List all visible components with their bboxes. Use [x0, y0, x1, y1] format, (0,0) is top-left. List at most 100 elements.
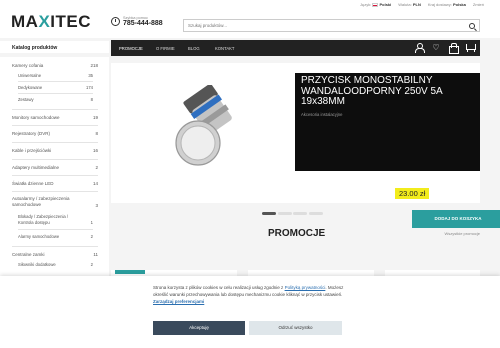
- divider: [18, 93, 93, 94]
- main-nav: PROMOCJE O FIRMIE BLOG KONTAKT ♡: [111, 40, 480, 56]
- divider: [12, 109, 98, 110]
- phone-number[interactable]: 785-444-888: [123, 20, 163, 27]
- sidebar-item-dedykowane[interactable]: Dedykowane 174: [18, 85, 93, 90]
- sidebar-item-count: 8: [90, 97, 93, 102]
- tab-kontakt[interactable]: KONTAKT: [215, 46, 234, 51]
- nav-icons: ♡: [415, 43, 476, 54]
- sidebar-item-count: 3: [95, 203, 98, 208]
- carousel-dots: [262, 212, 323, 215]
- divider: [12, 142, 98, 143]
- sidebar-item-count: 8: [95, 131, 98, 136]
- divider: [18, 229, 93, 230]
- divider: [12, 175, 98, 176]
- carousel-dot[interactable]: [293, 212, 307, 215]
- sidebar-item-uniwersalne[interactable]: Uniwersalne 35: [18, 73, 93, 78]
- search-icon[interactable]: [469, 23, 475, 29]
- sidebar-item-blokady[interactable]: Blokady / Zabezpieczenia / Kontrola dost…: [18, 214, 93, 226]
- cookie-text: Strona korzysta z plików cookies w celu …: [153, 284, 353, 305]
- cart-icon[interactable]: [466, 43, 476, 52]
- sidebar-item-count: 2: [90, 262, 93, 267]
- product-price: 23.00 zł: [395, 188, 430, 199]
- sidebar-item-count: 14: [92, 181, 98, 186]
- carousel-dot[interactable]: [262, 212, 276, 215]
- product-category[interactable]: Akcesoria instalacyjne: [301, 112, 342, 117]
- sidebar-item-count: 2: [95, 165, 98, 170]
- privacy-policy-link[interactable]: Polityką prywatności: [285, 285, 326, 290]
- logo[interactable]: MAXITEC: [11, 12, 91, 32]
- sidebar-item-label: Rejestratory (DVR): [12, 131, 51, 136]
- sidebar-item-alarmy[interactable]: Alarmy samochodowe 2: [18, 234, 93, 239]
- sidebar-item-zestawy[interactable]: Zestawy 8: [18, 97, 93, 102]
- country-selector[interactable]: Kraj dostawy: Polska: [428, 2, 466, 7]
- sidebar-item-swiatla[interactable]: Światła dzienne LED 14: [12, 181, 98, 186]
- sidebar-item-count: 174: [86, 85, 93, 90]
- tab-promocje[interactable]: PROMOCJE: [119, 46, 143, 51]
- sidebar-item-rejestratory[interactable]: Rejestratory (DVR) 8: [12, 131, 98, 136]
- tab-blog[interactable]: BLOG: [188, 46, 200, 51]
- sidebar-item-adaptery[interactable]: Adaptery multimedialne 2: [12, 165, 98, 170]
- poland-flag-icon: [372, 2, 379, 7]
- hero-banner[interactable]: PRZYCISK MONOSTABILNY WANDALOODPORNY 250…: [111, 63, 500, 228]
- sidebar-item-count: 11: [93, 252, 98, 257]
- header: MAXITEC Szybka pomoc 785-444-888: [0, 8, 500, 38]
- carousel-dot[interactable]: [308, 212, 323, 215]
- carousel-dot[interactable]: [277, 212, 292, 215]
- phone-icon: [111, 17, 120, 26]
- sidebar-title: Katalog produktów: [0, 41, 109, 53]
- switch-button-inner: [180, 125, 216, 161]
- sidebar-item-centralne-zamki[interactable]: Centralne zamki 11: [12, 252, 98, 257]
- language-label: Język:: [360, 2, 372, 7]
- reject-cookies-button[interactable]: Odrzuć wszystko: [249, 321, 342, 335]
- sidebar-item-silowniki[interactable]: Siłowniki dodatkowe 2: [18, 262, 93, 267]
- add-to-cart-button[interactable]: DODAJ DO KOSZYKA: [412, 210, 500, 228]
- sidebar-item-count: 16: [92, 148, 98, 153]
- accept-cookies-button[interactable]: Akceptuję: [153, 321, 245, 335]
- logo-text-end: ITEC: [50, 12, 92, 31]
- country-value: Polska: [452, 2, 466, 7]
- currency-selector[interactable]: Waluta: PLN: [398, 2, 421, 7]
- sidebar-item-label: Alarmy samochodowe: [18, 234, 60, 239]
- bag-icon[interactable]: [449, 43, 459, 54]
- search-input[interactable]: [188, 20, 458, 31]
- tab-o-firmie[interactable]: O FIRMIE: [156, 46, 175, 51]
- sidebar-item-count: 35: [88, 73, 93, 78]
- heart-icon[interactable]: ♡: [432, 43, 440, 52]
- language-selector[interactable]: Język: Polski: [360, 2, 391, 7]
- locale-settings: Język: Polski Waluta: PLN Kraj dostawy: …: [360, 2, 484, 7]
- sidebar-item-count: 1: [90, 220, 93, 225]
- sidebar-item-label: Zestawy: [18, 97, 34, 102]
- promotions-heading: PROMOCJE: [268, 228, 326, 239]
- search-box: [183, 19, 480, 32]
- sidebar-item-label: Uniwersalne: [18, 73, 42, 78]
- all-promotions-link[interactable]: Wszystkie promocje: [444, 231, 480, 236]
- promo-info-box: PRZYCISK MONOSTABILNY WANDALOODPORNY 250…: [295, 73, 480, 171]
- sidebar-item-label: Kable i przejściówki: [12, 148, 52, 153]
- cookie-text-start: Strona korzysta z plików cookies w celu …: [153, 285, 284, 290]
- sidebar-item-label: Kamery cofania: [12, 63, 44, 68]
- sidebar-item-label: Blokady / Zabezpieczenia / Kontrola dost…: [18, 214, 69, 225]
- sidebar-item-label: Światła dzienne LED: [12, 181, 54, 186]
- currency-value: PLN: [412, 2, 421, 7]
- sidebar-item-kamery-cofania[interactable]: Kamery cofania 218: [12, 63, 98, 68]
- manage-preferences-link[interactable]: Zarządzaj preferencjami: [153, 299, 204, 304]
- sidebar-item-label: Centralne zamki: [12, 252, 45, 257]
- sidebar-item-kable[interactable]: Kable i przejściówki 16: [12, 148, 98, 153]
- sidebar-item-label: Autoalarmy / zabezpieczenia samochodowe: [12, 196, 70, 207]
- divider: [18, 81, 93, 82]
- product-image: [175, 85, 232, 166]
- sidebar-item-label: Dedykowane: [18, 85, 43, 90]
- logo-text-x: X: [38, 12, 51, 31]
- cookie-banner: Strona korzysta z plików cookies w celu …: [0, 276, 500, 348]
- sidebar-item-count: 19: [92, 115, 98, 120]
- divider: [12, 191, 98, 192]
- product-title[interactable]: PRZYCISK MONOSTABILNY WANDALOODPORNY 250…: [301, 75, 476, 108]
- top-bar: Język: Polski Waluta: PLN Kraj dostawy: …: [0, 0, 500, 8]
- sidebar-item-monitory[interactable]: Monitory samochodowe 19: [12, 115, 98, 120]
- change-locale-link[interactable]: Zmień: [473, 2, 484, 7]
- user-icon[interactable]: [415, 43, 425, 53]
- divider: [12, 159, 98, 160]
- sidebar-item-label: Siłowniki dodatkowe: [18, 262, 56, 267]
- sidebar-item-label: Adaptery multimedialne: [12, 165, 60, 170]
- quick-help: Szybka pomoc 785-444-888: [111, 16, 163, 27]
- sidebar-item-autoalarmy[interactable]: Autoalarmy / zabezpieczenia samochodowe 3: [12, 196, 98, 208]
